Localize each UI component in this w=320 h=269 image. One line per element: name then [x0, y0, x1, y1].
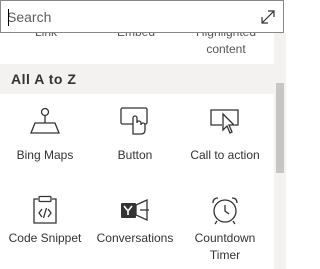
scrollbar-thumb[interactable]: [276, 83, 284, 173]
map-pin-icon: [30, 107, 60, 134]
expand-diagonal-icon[interactable]: [260, 9, 276, 25]
tile-call-to-action[interactable]: Call to action: [180, 94, 270, 174]
tile-button[interactable]: Button: [90, 94, 180, 174]
section-title: All A to Z: [11, 71, 77, 87]
alarm-clock-icon: [212, 197, 238, 225]
tile-label: Bing Maps: [16, 148, 74, 162]
search-input[interactable]: [7, 7, 247, 27]
search-box: [0, 0, 284, 33]
tile-countdown-timer[interactable]: Countdown Timer: [180, 183, 270, 263]
text-cursor: [8, 9, 9, 26]
tile-label: Code Snippet: [8, 231, 82, 245]
button-click-icon: [120, 107, 148, 135]
tile-label: Button: [117, 148, 153, 162]
tile-conversations[interactable]: Conversations: [90, 183, 180, 263]
webpart-grid: Bing Maps Button Call to action Code Sni…: [0, 94, 274, 269]
tile-label: Countdown Timer: [194, 231, 256, 262]
webpart-toolbox: Link Embed Highlighted content All A to …: [0, 0, 286, 269]
tile-label: Conversations: [96, 231, 174, 245]
yammer-conversations-icon: [121, 198, 149, 222]
call-to-action-icon: [210, 109, 239, 134]
tile-code-snippet[interactable]: Code Snippet: [0, 183, 90, 263]
tile-bing-maps[interactable]: Bing Maps: [0, 94, 90, 174]
vertical-scrollbar[interactable]: [274, 33, 286, 269]
section-header: All A to Z: [0, 64, 274, 94]
code-snippet-icon: [33, 195, 57, 224]
tile-label: Call to action: [190, 148, 260, 162]
